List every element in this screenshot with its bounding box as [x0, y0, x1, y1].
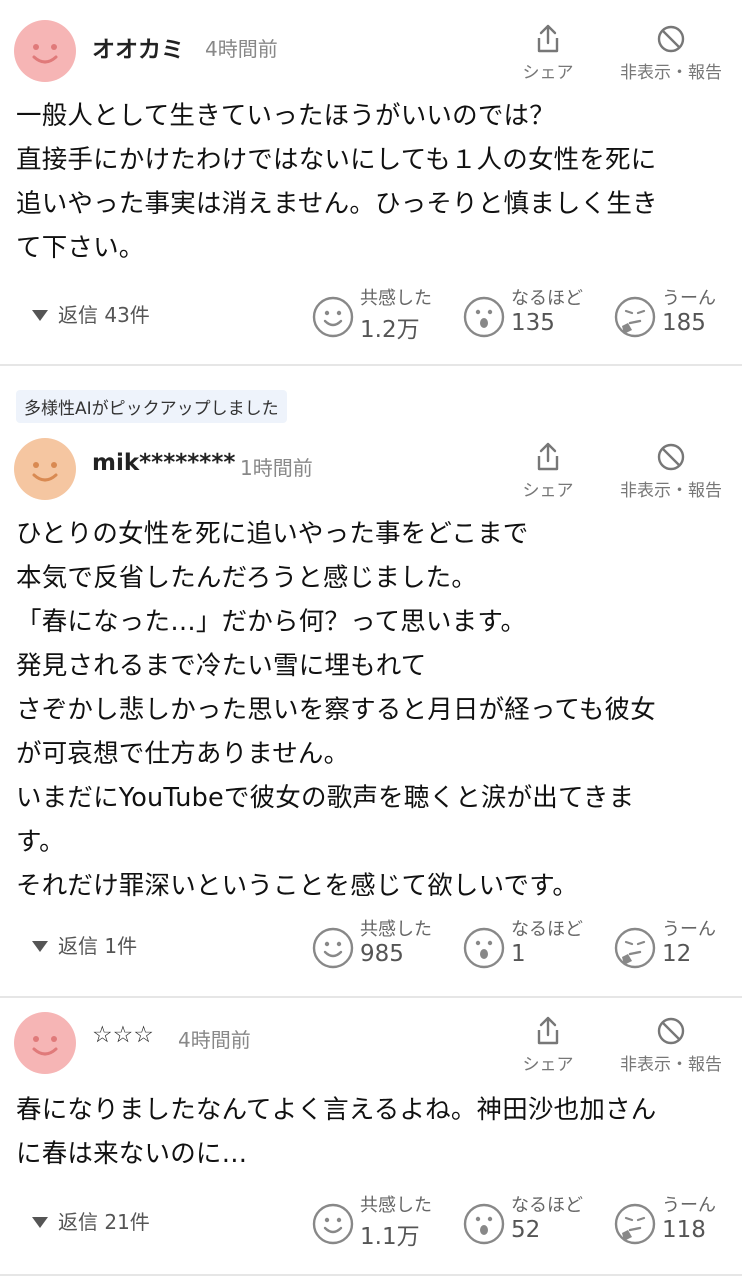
avatar-face-icon — [14, 438, 76, 500]
reaction-count: 1.1万 — [360, 1224, 420, 1250]
comment-line: 発見されるまで冷たい雪に埋もれて — [16, 651, 427, 681]
smile-icon — [312, 927, 354, 969]
surprised-icon — [463, 927, 505, 969]
reaction-label: なるほど — [511, 288, 583, 309]
username[interactable]: オオカミ — [92, 30, 184, 64]
reaction-hmm-button[interactable]: うーん 12 — [614, 919, 734, 981]
timestamp: 1時間前 — [240, 456, 313, 480]
username[interactable]: ☆☆☆ — [92, 1022, 154, 1048]
reaction-count: 1 — [511, 941, 526, 967]
hide-report-button[interactable]: 非表示・報告 — [612, 24, 730, 83]
block-icon — [657, 443, 685, 471]
reaction-insight-button[interactable]: なるほど 135 — [463, 288, 593, 350]
reaction-empathy-button[interactable]: 共感した 985 — [312, 919, 442, 981]
replies-label: 返信 1件 — [58, 934, 138, 958]
comment-line: 直接手にかけたわけではないにしても１人の女性を死に — [16, 145, 657, 175]
thinking-icon — [614, 296, 656, 338]
replies-toggle[interactable]: 返信 21件 — [32, 1206, 150, 1235]
hide-report-label: 非表示・報告 — [620, 481, 722, 501]
comment-line: 春になりましたなんてよく言えるよね。神田沙也加さん — [16, 1095, 657, 1125]
reaction-hmm-button[interactable]: うーん 185 — [614, 288, 734, 350]
comment-line: に春は来ないのに… — [16, 1139, 248, 1169]
replies-label: 返信 21件 — [58, 1210, 150, 1234]
reaction-label: うーん — [662, 919, 716, 940]
timestamp: 4時間前 — [205, 37, 278, 61]
replies-toggle[interactable]: 返信 1件 — [32, 930, 137, 959]
comment-line: 追いやった事実は消えません。ひっそりと慎ましく生き — [16, 189, 658, 219]
timestamp: 4時間前 — [178, 1028, 251, 1052]
comment-line: す。 — [16, 827, 65, 857]
share-button[interactable]: シェア — [518, 442, 578, 501]
comment-body: 春になりましたなんてよく言えるよね。神田沙也加さん に春は来ないのに… — [16, 1088, 726, 1176]
surprised-icon — [463, 296, 505, 338]
thinking-icon — [614, 1203, 656, 1245]
block-icon — [657, 25, 685, 53]
reaction-empathy-button[interactable]: 共感した 1.1万 — [312, 1195, 442, 1257]
hide-report-button[interactable]: 非表示・報告 — [612, 1016, 730, 1075]
comment-line: 一般人として生きていったほうがいいのでは？ — [16, 101, 555, 131]
caret-down-icon — [32, 1217, 48, 1228]
comment-line: ひとりの女性を死に追いやった事をどこまで — [16, 519, 529, 549]
surprised-icon — [463, 1203, 505, 1245]
smile-icon — [312, 296, 354, 338]
reaction-count: 985 — [360, 941, 404, 967]
share-button[interactable]: シェア — [518, 24, 578, 83]
comment-line: て下さい。 — [16, 233, 145, 263]
avatar[interactable] — [14, 438, 76, 500]
reaction-count: 135 — [511, 310, 555, 336]
reaction-count: 1.2万 — [360, 317, 420, 343]
share-label: シェア — [522, 1055, 574, 1075]
comment-line: 本気で反省したんだろうと感じました。 — [16, 563, 478, 593]
hide-report-label: 非表示・報告 — [620, 63, 722, 83]
hide-report-label: 非表示・報告 — [620, 1055, 722, 1075]
avatar[interactable] — [14, 20, 76, 82]
comment-line: が可哀想で仕方ありません。 — [16, 739, 350, 769]
block-icon — [657, 1017, 685, 1045]
comment-line: さぞかし悲しかった思いを察すると月日が経っても彼女 — [16, 695, 656, 725]
reaction-insight-button[interactable]: なるほど 52 — [463, 1195, 593, 1257]
share-icon — [537, 1016, 559, 1045]
share-label: シェア — [522, 481, 574, 501]
reaction-hmm-button[interactable]: うーん 118 — [614, 1195, 734, 1257]
ai-pick-badge: 多様性AIがピックアップしました — [16, 390, 287, 423]
comment-card: ☆☆☆ 4時間前 シェア 非表示・報告 春になりましたなんてよく言えるよね。神田… — [0, 998, 742, 1276]
reaction-label: なるほど — [511, 919, 583, 940]
share-icon — [537, 442, 559, 471]
avatar[interactable] — [14, 1012, 76, 1074]
share-icon — [537, 24, 559, 53]
replies-toggle[interactable]: 返信 43件 — [32, 299, 150, 328]
share-button[interactable]: シェア — [518, 1016, 578, 1075]
comment-card: 多様性AIがピックアップしました mik******** 1時間前 シェア 非表… — [0, 366, 742, 998]
comment-body: ひとりの女性を死に追いやった事をどこまで 本気で反省したんだろうと感じました。 … — [16, 512, 726, 908]
comment-line: いまだにYouTubeで彼女の歌声を聴くと涙が出てきま — [16, 783, 635, 813]
reaction-insight-button[interactable]: なるほど 1 — [463, 919, 593, 981]
replies-label: 返信 43件 — [58, 303, 150, 327]
comment-line: 「春になった…」だから何？って思います。 — [16, 607, 527, 637]
comment-line: それだけ罪深いということを感じて欲しいです。 — [16, 871, 579, 901]
username[interactable]: mik******** — [92, 450, 235, 476]
reaction-count: 185 — [662, 310, 706, 336]
reaction-count: 118 — [662, 1217, 706, 1243]
avatar-face-icon — [14, 1012, 76, 1074]
avatar-face-icon — [14, 20, 76, 82]
reaction-label: なるほど — [511, 1195, 583, 1216]
reaction-label: 共感した — [360, 1195, 432, 1216]
reaction-label: うーん — [662, 1195, 716, 1216]
reaction-label: うーん — [662, 288, 716, 309]
caret-down-icon — [32, 941, 48, 952]
reaction-empathy-button[interactable]: 共感した 1.2万 — [312, 288, 442, 350]
reaction-label: 共感した — [360, 919, 432, 940]
hide-report-button[interactable]: 非表示・報告 — [612, 442, 730, 501]
reaction-count: 12 — [662, 941, 692, 967]
smile-icon — [312, 1203, 354, 1245]
comment-card: オオカミ 4時間前 シェア 非表示・報告 一般人として生きていったほうがいいので… — [0, 0, 742, 366]
share-label: シェア — [522, 63, 574, 83]
thinking-icon — [614, 927, 656, 969]
reaction-count: 52 — [511, 1217, 541, 1243]
reaction-label: 共感した — [360, 288, 432, 309]
caret-down-icon — [32, 310, 48, 321]
comment-body: 一般人として生きていったほうがいいのでは？ 直接手にかけたわけではないにしても１… — [16, 94, 726, 270]
